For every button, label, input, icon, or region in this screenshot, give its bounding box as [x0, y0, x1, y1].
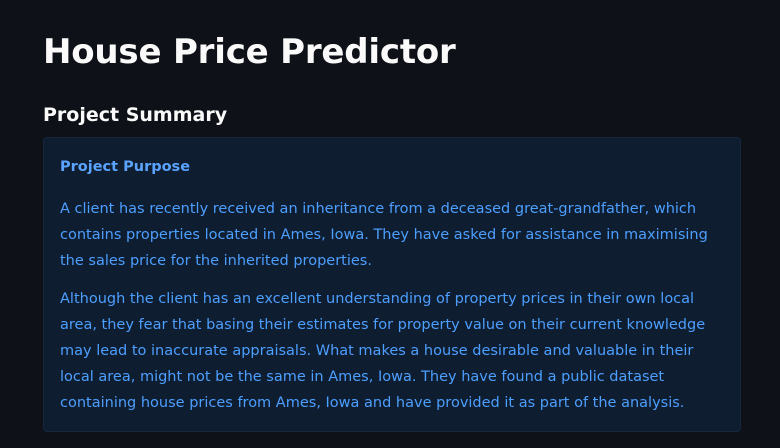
section-title-project-summary: Project Summary: [43, 104, 228, 126]
main-content: House Price Predictor Project Summary Pr…: [0, 0, 780, 448]
info-paragraph-1: A client has recently received an inheri…: [60, 201, 708, 269]
page-title: House Price Predictor: [43, 32, 456, 72]
info-box-heading: Project Purpose: [60, 159, 191, 175]
info-paragraph-2: Although the client has an excellent und…: [60, 291, 706, 411]
info-box-project-purpose: Project Purpose A client has recently re…: [43, 137, 741, 432]
